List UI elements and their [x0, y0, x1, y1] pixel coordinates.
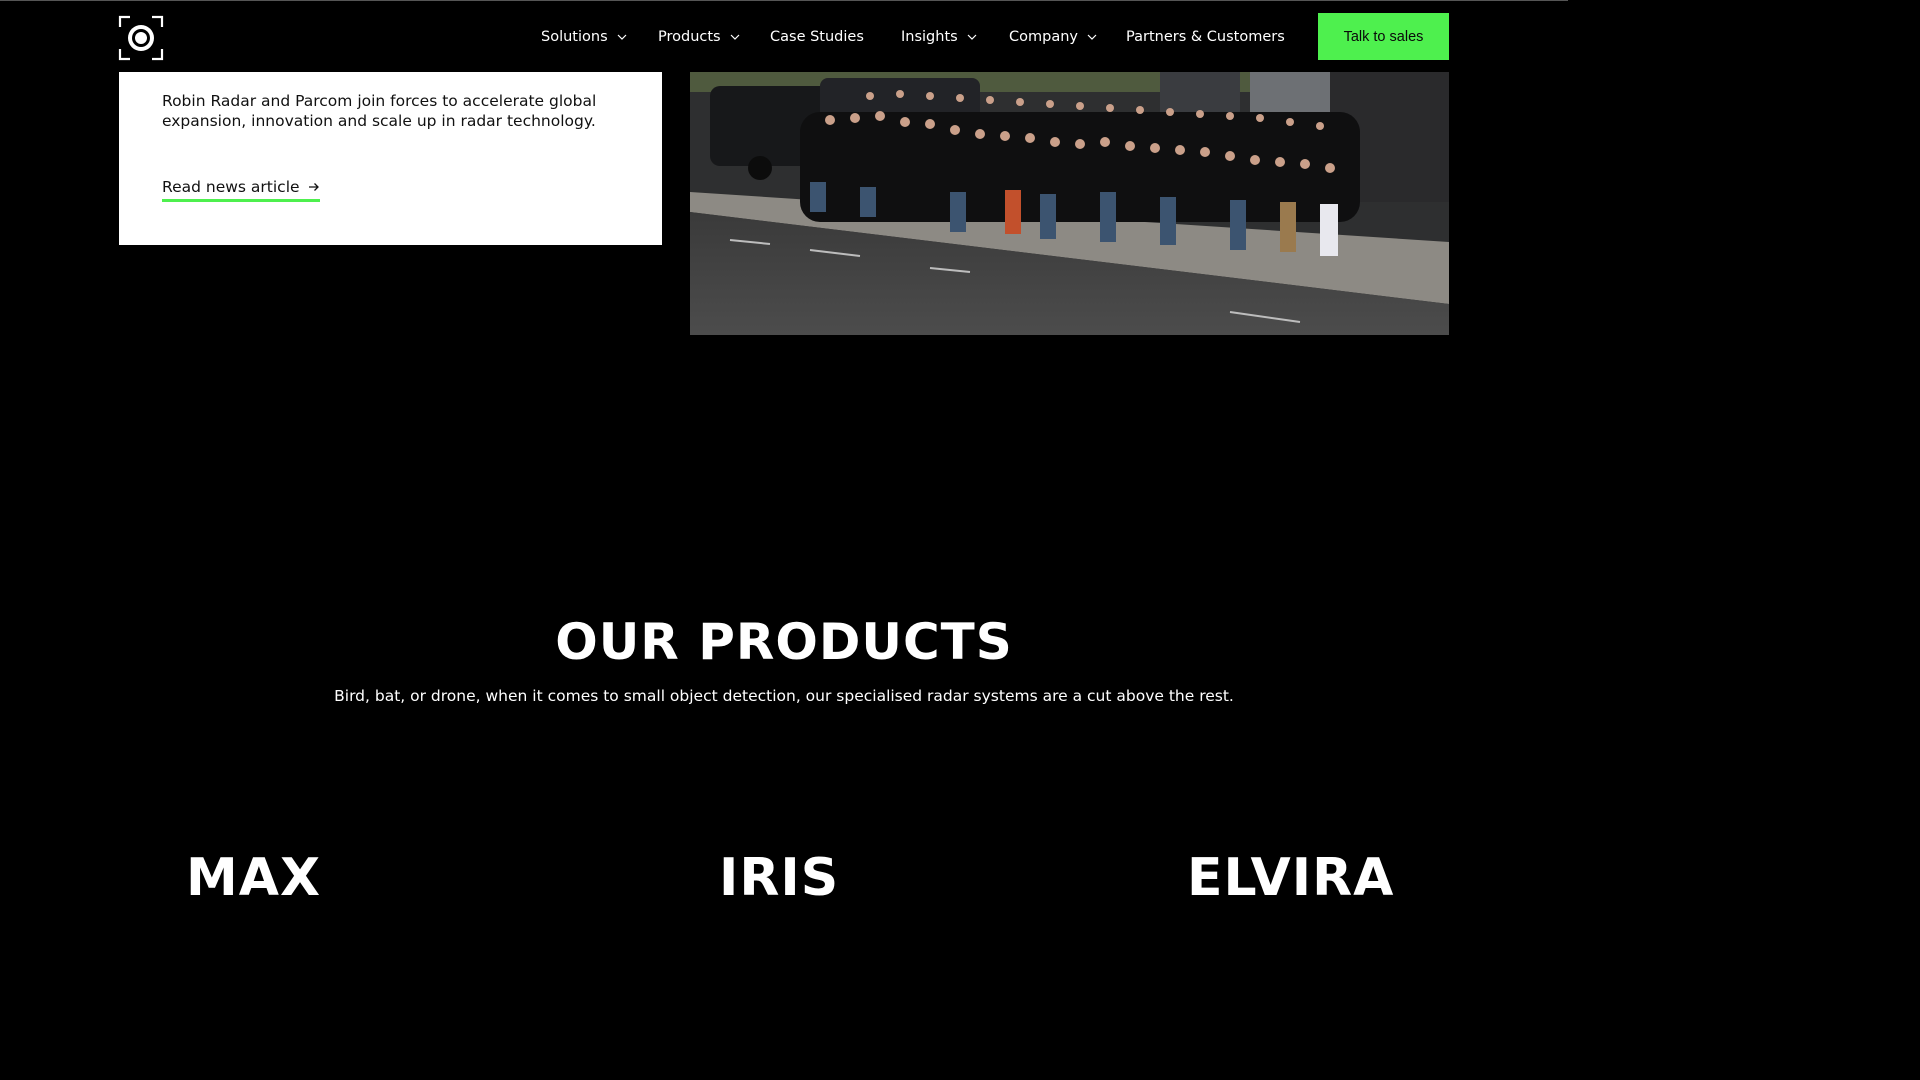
product-elvira[interactable]: ELVIRA [1187, 848, 1394, 908]
nav-item-label: Case Studies [770, 28, 864, 45]
nav-item-partners-customers[interactable]: Partners & Customers [1126, 29, 1319, 45]
nav-item-label: Insights [901, 28, 958, 45]
site-header: Solutions Products Case Studies Insights… [0, 1, 1568, 72]
team-photo-image [690, 72, 1449, 335]
read-news-article-link[interactable]: Read news article [162, 178, 320, 202]
chevron-down-icon [617, 34, 627, 40]
nav-item-label: Company [1009, 28, 1078, 45]
arrow-right-icon [308, 183, 319, 191]
nav-item-products[interactable]: Products [658, 29, 770, 45]
products-subtitle: Bird, bat, or drone, when it comes to sm… [334, 687, 1234, 705]
product-max[interactable]: MAX [186, 848, 321, 908]
nav-item-case-studies[interactable]: Case Studies [770, 29, 901, 45]
chevron-down-icon [1087, 34, 1097, 40]
product-iris[interactable]: IRIS [719, 848, 839, 908]
main-nav: Solutions Products Case Studies Insights… [541, 1, 1319, 72]
news-summary: Robin Radar and Parcom join forces to ac… [162, 92, 597, 130]
nav-item-solutions[interactable]: Solutions [541, 29, 658, 45]
chevron-down-icon [730, 34, 740, 40]
news-card: Robin Radar and Parcom join forces to ac… [119, 72, 662, 245]
nav-item-label: Partners & Customers [1126, 28, 1285, 45]
read-news-article-label: Read news article [162, 178, 300, 196]
talk-to-sales-button[interactable]: Talk to sales [1318, 13, 1449, 60]
nav-item-label: Solutions [541, 28, 608, 45]
chevron-down-icon [967, 34, 977, 40]
logo-icon [118, 15, 164, 61]
nav-item-label: Products [658, 28, 721, 45]
nav-item-insights[interactable]: Insights [901, 29, 1009, 45]
products-heading: OUR PRODUCTS [555, 613, 1013, 671]
nav-item-company[interactable]: Company [1009, 29, 1126, 45]
team-photo [690, 72, 1449, 335]
robin-radar-logo[interactable] [118, 15, 164, 61]
